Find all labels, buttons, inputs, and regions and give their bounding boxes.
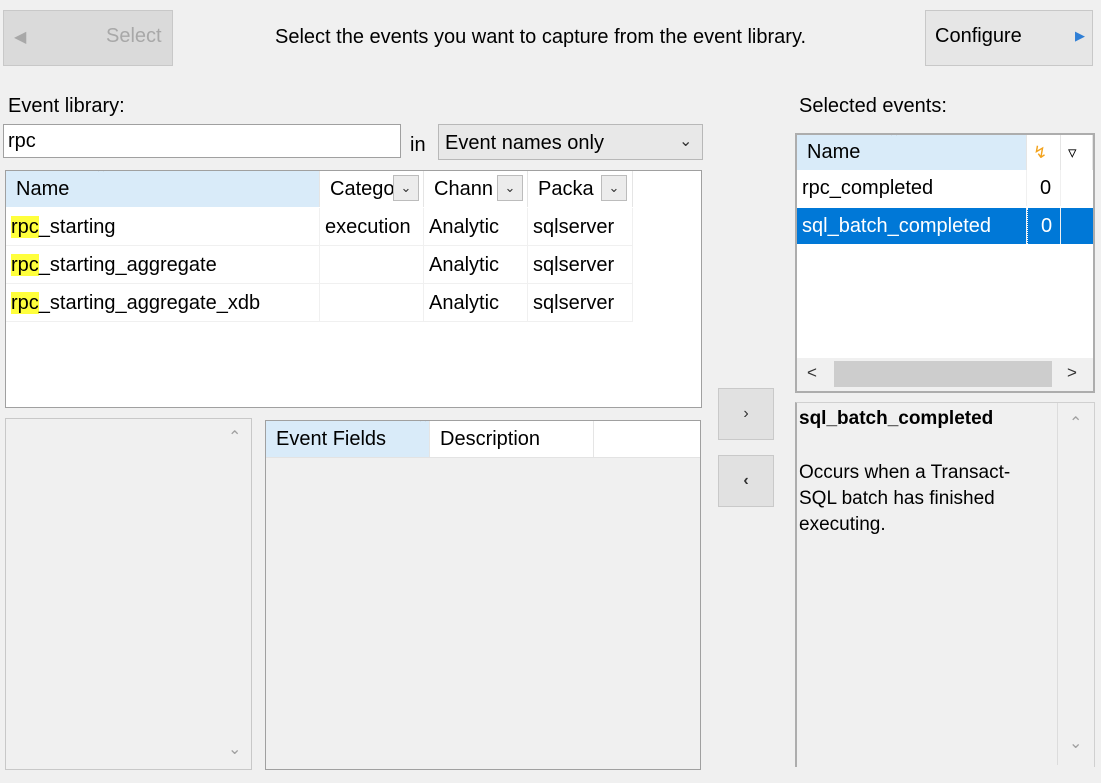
- selected-event-count: 0: [1027, 208, 1061, 244]
- in-label: in: [410, 134, 426, 156]
- category-cell: [320, 246, 424, 284]
- back-arrow-icon: ◀: [14, 29, 27, 46]
- column-header-package-label: Packa: [538, 178, 594, 200]
- column-header-category[interactable]: Catego ⌄: [320, 171, 424, 207]
- selected-event-row[interactable]: sql_batch_completed 0: [797, 208, 1093, 244]
- event-name-cell: rpc_starting_aggregate: [6, 246, 320, 284]
- scroll-down-icon[interactable]: ⌄: [1069, 733, 1082, 753]
- search-match-highlight: rpc: [11, 292, 39, 314]
- scroll-left-icon[interactable]: <: [807, 363, 817, 383]
- description-text: Occurs when a Transact-SQL batch has fin…: [799, 462, 1011, 535]
- select-button: ◀ Select: [3, 10, 173, 66]
- column-header-selected-name-label: Name: [807, 141, 861, 163]
- scroll-right-icon[interactable]: >: [1067, 363, 1077, 383]
- column-header-event-fields-label: Event Fields: [276, 428, 387, 450]
- vertical-scrollbar[interactable]: ⌃ ⌄: [1057, 403, 1093, 765]
- column-header-package[interactable]: Packa ⌄: [528, 171, 633, 207]
- selected-event-name: rpc_completed: [797, 170, 1027, 206]
- forward-arrow-icon: ▶: [1075, 28, 1085, 43]
- instruction-text: Select the events you want to capture fr…: [275, 26, 807, 48]
- event-search-input[interactable]: [3, 124, 401, 158]
- chevron-left-icon: ‹: [743, 472, 749, 489]
- table-row[interactable]: rpc_starting_aggregate Analytic sqlserve…: [6, 246, 633, 284]
- event-fields-header: Event Fields ⌃ Description: [266, 421, 700, 458]
- event-library-label: Event library:: [8, 95, 125, 117]
- remove-event-button[interactable]: ‹: [718, 455, 774, 507]
- chevron-right-icon: ›: [743, 405, 749, 422]
- table-row[interactable]: rpc_starting execution Analytic sqlserve…: [6, 208, 633, 246]
- package-cell: sqlserver: [528, 246, 633, 284]
- scroll-up-icon[interactable]: ⌃: [228, 427, 241, 447]
- sort-ascending-icon: ⌃: [416, 421, 430, 433]
- scroll-down-icon[interactable]: ⌄: [228, 739, 241, 759]
- selected-event-row[interactable]: rpc_completed 0: [797, 170, 1093, 206]
- horizontal-scrollbar[interactable]: < >: [797, 358, 1093, 391]
- event-name-rest: _starting_aggregate_xdb: [38, 292, 261, 314]
- add-event-button[interactable]: ›: [718, 388, 774, 440]
- channel-cell: Analytic: [424, 246, 528, 284]
- table-row[interactable]: rpc_starting_aggregate_xdb Analytic sqls…: [6, 284, 633, 322]
- category-cell: [320, 284, 424, 322]
- event-fields-grid: Event Fields ⌃ Description: [265, 420, 701, 770]
- category-tree-panel: ⌃ ⌄: [5, 418, 252, 770]
- column-header-selected-name[interactable]: Name ⌃: [797, 135, 1027, 170]
- sort-ascending-icon: ⌃: [887, 135, 901, 147]
- scroll-up-icon[interactable]: ⌃: [1069, 413, 1082, 433]
- selected-event-count: 0: [1027, 170, 1061, 206]
- selected-events-grid: Name ⌃ ↯ ▿ rpc_completed 0 sql_batch_com…: [795, 133, 1095, 393]
- package-cell: sqlserver: [528, 284, 633, 322]
- category-cell: execution: [320, 208, 424, 246]
- column-header-description[interactable]: Description: [430, 421, 594, 457]
- search-scope-value: Event names only: [445, 132, 604, 154]
- channel-cell: Analytic: [424, 208, 528, 246]
- event-name-rest: _starting_aggregate: [38, 254, 217, 276]
- package-cell: sqlserver: [528, 208, 633, 246]
- column-header-channel-label: Chann: [434, 178, 493, 200]
- column-header-channel[interactable]: Chann ⌄: [424, 171, 528, 207]
- event-name-rest: _starting: [38, 216, 116, 238]
- search-match-highlight: rpc: [11, 216, 39, 238]
- column-header-name[interactable]: Name ⌃: [6, 171, 320, 207]
- column-header-name-label: Name: [16, 178, 70, 200]
- select-button-label: Select: [106, 25, 162, 47]
- channel-cell: Analytic: [424, 284, 528, 322]
- chevron-down-icon[interactable]: ⌄: [497, 175, 523, 201]
- configure-button-label: Configure: [935, 25, 1022, 47]
- selected-events-label: Selected events:: [799, 95, 947, 117]
- event-library-grid: Name ⌃ Catego ⌄ Chann ⌄ Packa ⌄ rpc_star…: [5, 170, 702, 408]
- chevron-down-icon[interactable]: ⌄: [393, 175, 419, 201]
- chevron-down-icon: ⌄: [679, 133, 693, 150]
- column-header-description-label: Description: [440, 428, 541, 450]
- selected-event-name: sql_batch_completed: [797, 208, 1027, 244]
- description-title: sql_batch_completed: [799, 408, 994, 429]
- event-name-cell: rpc_starting: [6, 208, 320, 246]
- search-scope-select[interactable]: Event names only ⌄: [438, 124, 703, 160]
- chevron-down-icon[interactable]: ⌄: [601, 175, 627, 201]
- search-match-highlight: rpc: [11, 254, 39, 276]
- column-header-event-fields[interactable]: Event Fields ⌃: [266, 421, 430, 457]
- configure-button[interactable]: Configure ▶: [925, 10, 1093, 66]
- sort-ascending-icon: ⌃: [94, 171, 108, 183]
- filter-icon[interactable]: ▿: [1061, 135, 1093, 170]
- column-header-category-label: Catego: [330, 178, 395, 200]
- event-name-cell: rpc_starting_aggregate_xdb: [6, 284, 320, 322]
- scrollbar-thumb[interactable]: [834, 361, 1052, 387]
- event-description-panel: sql_batch_completed Occurs when a Transa…: [795, 402, 1095, 767]
- lightning-icon[interactable]: ↯: [1027, 135, 1061, 170]
